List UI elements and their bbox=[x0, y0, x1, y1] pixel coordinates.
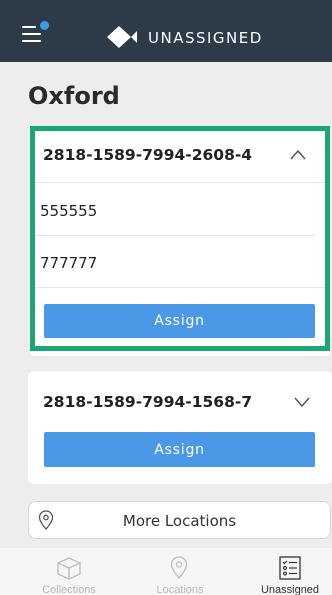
nav-item-unassigned[interactable]: Unassigned bbox=[240, 548, 332, 595]
menu-icon bbox=[22, 26, 36, 28]
nav-item-locations[interactable]: Locations bbox=[130, 548, 230, 595]
app-header: UNASSIGNED bbox=[0, 0, 332, 62]
card-title[interactable]: 2818-1589-7994-2608-4 bbox=[43, 146, 252, 164]
checklist-icon bbox=[279, 556, 301, 580]
card-title[interactable]: 2818-1589-7994-1568-7 bbox=[43, 393, 252, 411]
divider bbox=[35, 235, 315, 236]
nav-item-collections[interactable]: Collections bbox=[19, 548, 119, 595]
nav-label: Collections bbox=[42, 584, 96, 595]
chevron-up-icon[interactable] bbox=[288, 148, 308, 162]
assign-button[interactable]: Assign bbox=[44, 304, 315, 338]
divider bbox=[35, 182, 325, 183]
field-value[interactable]: 555555 bbox=[40, 202, 97, 220]
field-value[interactable]: 777777 bbox=[40, 254, 97, 272]
divider bbox=[35, 287, 325, 288]
more-locations-button[interactable]: More Locations bbox=[28, 501, 331, 539]
nav-label: Unassigned bbox=[260, 584, 320, 595]
notification-dot bbox=[40, 21, 49, 30]
chevron-down-icon[interactable] bbox=[292, 395, 312, 409]
more-locations-label: More Locations bbox=[122, 512, 237, 530]
item-card-expanded: 2818-1589-7994-2608-4 555555 777777 Assi… bbox=[30, 126, 330, 356]
item-card-collapsed: 2818-1589-7994-1568-7 Assign bbox=[28, 371, 332, 484]
assign-button[interactable]: Assign bbox=[44, 432, 315, 467]
location-title: Oxford bbox=[28, 82, 120, 110]
location-pin-icon bbox=[170, 556, 188, 579]
box-icon bbox=[56, 557, 82, 580]
page-title: UNASSIGNED bbox=[148, 29, 263, 47]
nav-label: Locations bbox=[156, 584, 204, 595]
bottom-nav: Collections Locations Unassigned bbox=[0, 548, 332, 595]
diamond-logo-icon bbox=[107, 26, 137, 48]
menu-button[interactable] bbox=[22, 21, 49, 44]
